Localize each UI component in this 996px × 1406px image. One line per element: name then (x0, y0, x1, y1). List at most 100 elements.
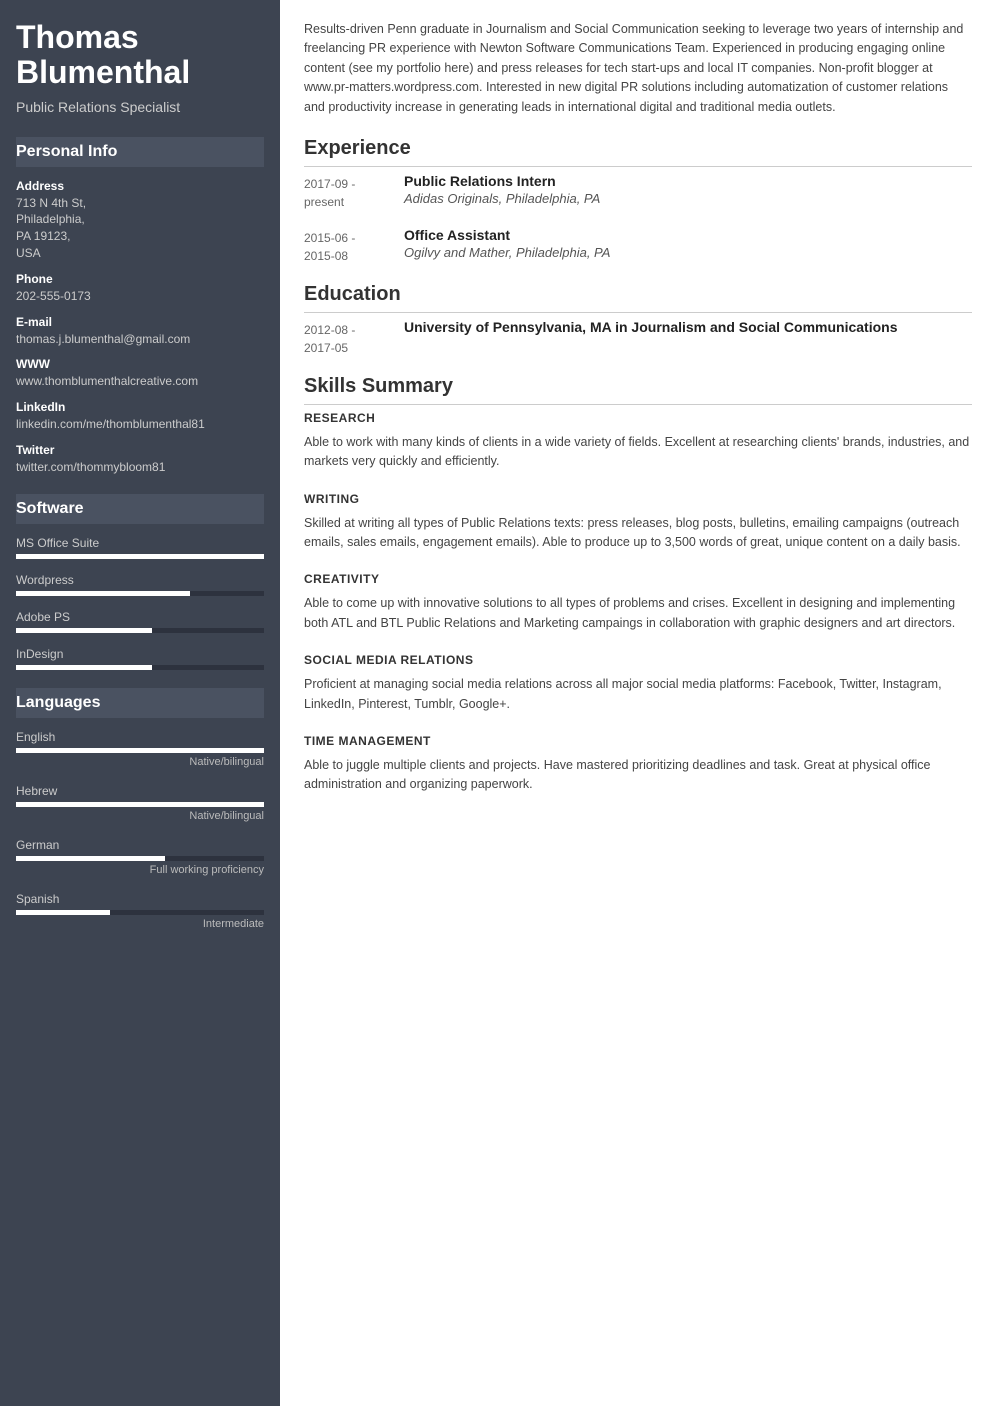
software-bar-fill (16, 665, 152, 670)
main-content: Results-driven Penn graduate in Journali… (280, 0, 996, 1406)
language-item: English Native/bilingual (16, 730, 264, 768)
language-bar-fill (16, 856, 165, 861)
entry-content: Office Assistant Ogilvy and Mather, Phil… (404, 227, 972, 260)
sidebar: Thomas Blumenthal Public Relations Speci… (0, 0, 280, 1406)
education-title: Education (304, 283, 972, 313)
entry-subtitle: Adidas Originals, Philadelphia, PA (404, 191, 972, 206)
languages-list: English Native/bilingual Hebrew Native/b… (16, 730, 264, 930)
skill-category-text: Skilled at writing all types of Public R… (304, 514, 972, 553)
personal-info-heading: Personal Info (16, 137, 264, 167)
language-bar-dark (165, 856, 264, 861)
language-bar-bg (16, 856, 264, 861)
email-value: thomas.j.blumenthal@gmail.com (16, 331, 264, 348)
entry-content: Public Relations Intern Adidas Originals… (404, 173, 972, 206)
address-label: Address (16, 179, 264, 193)
software-heading: Software (16, 494, 264, 524)
language-name: English (16, 730, 264, 744)
software-bar-dark (190, 591, 264, 596)
language-item: Hebrew Native/bilingual (16, 784, 264, 822)
phone-label: Phone (16, 272, 264, 286)
experience-list: 2017-09 -present Public Relations Intern… (304, 173, 972, 265)
experience-entry: 2017-09 -present Public Relations Intern… (304, 173, 972, 211)
software-bar-fill (16, 628, 152, 633)
entry-title: University of Pennsylvania, MA in Journa… (404, 319, 972, 335)
skill-category: WRITING Skilled at writing all types of … (304, 492, 972, 553)
skill-category-title: WRITING (304, 492, 972, 506)
language-name: Hebrew (16, 784, 264, 798)
language-level: Intermediate (16, 918, 264, 930)
software-item: MS Office Suite (16, 536, 264, 559)
skill-category: CREATIVITY Able to come up with innovati… (304, 572, 972, 633)
software-name: MS Office Suite (16, 536, 264, 550)
language-bar-fill (16, 748, 264, 753)
language-item: German Full working proficiency (16, 838, 264, 876)
entry-title: Public Relations Intern (404, 173, 972, 189)
skill-category-text: Proficient at managing social media rela… (304, 675, 972, 714)
experience-entry: 2015-06 -2015-08 Office Assistant Ogilvy… (304, 227, 972, 265)
language-level: Full working proficiency (16, 864, 264, 876)
education-entry: 2012-08 -2017-05 University of Pennsylva… (304, 319, 972, 357)
software-bar-fill (16, 591, 190, 596)
entry-content: University of Pennsylvania, MA in Journa… (404, 319, 972, 335)
software-name: InDesign (16, 647, 264, 661)
education-section: Education 2012-08 -2017-05 University of… (304, 283, 972, 357)
software-item: Adobe PS (16, 610, 264, 633)
language-name: Spanish (16, 892, 264, 906)
entry-title: Office Assistant (404, 227, 972, 243)
experience-title: Experience (304, 137, 972, 167)
www-value: www.thomblumenthalcreative.com (16, 373, 264, 390)
software-bar-bg (16, 591, 264, 596)
linkedin-value: linkedin.com/me/thomblumenthal81 (16, 416, 264, 433)
software-item: InDesign (16, 647, 264, 670)
software-bar-bg (16, 554, 264, 559)
software-bar-fill (16, 554, 264, 559)
language-level: Native/bilingual (16, 756, 264, 768)
phone-value: 202-555-0173 (16, 288, 264, 305)
language-bar-bg (16, 748, 264, 753)
entry-date: 2015-06 -2015-08 (304, 227, 404, 265)
software-list: MS Office Suite Wordpress Adobe PS InDes… (16, 536, 264, 670)
skill-category-title: SOCIAL MEDIA RELATIONS (304, 653, 972, 667)
education-list: 2012-08 -2017-05 University of Pennsylva… (304, 319, 972, 357)
skill-category: RESEARCH Able to work with many kinds of… (304, 411, 972, 472)
skill-category: SOCIAL MEDIA RELATIONS Proficient at man… (304, 653, 972, 714)
languages-heading: Languages (16, 688, 264, 718)
language-bar-fill (16, 910, 110, 915)
summary-text: Results-driven Penn graduate in Journali… (304, 20, 972, 117)
entry-date: 2017-09 -present (304, 173, 404, 211)
language-bar-fill (16, 802, 264, 807)
skill-category: TIME MANAGEMENT Able to juggle multiple … (304, 734, 972, 795)
sidebar-title: Public Relations Specialist (16, 98, 264, 116)
entry-subtitle: Ogilvy and Mather, Philadelphia, PA (404, 245, 972, 260)
twitter-label: Twitter (16, 443, 264, 457)
language-bar-bg (16, 802, 264, 807)
skills-section: Skills Summary RESEARCH Able to work wit… (304, 375, 972, 795)
software-bar-bg (16, 628, 264, 633)
skills-title: Skills Summary (304, 375, 972, 405)
www-label: WWW (16, 357, 264, 371)
language-name: German (16, 838, 264, 852)
skill-category-text: Able to juggle multiple clients and proj… (304, 756, 972, 795)
software-bar-dark (152, 665, 264, 670)
sidebar-name: Thomas Blumenthal (16, 20, 264, 90)
language-bar-dark (110, 910, 264, 915)
skill-category-text: Able to come up with innovative solution… (304, 594, 972, 633)
language-level: Native/bilingual (16, 810, 264, 822)
language-bar-bg (16, 910, 264, 915)
software-item: Wordpress (16, 573, 264, 596)
software-bar-dark (152, 628, 264, 633)
software-name: Wordpress (16, 573, 264, 587)
skill-category-title: CREATIVITY (304, 572, 972, 586)
skills-list: RESEARCH Able to work with many kinds of… (304, 411, 972, 795)
skill-category-title: RESEARCH (304, 411, 972, 425)
skill-category-text: Able to work with many kinds of clients … (304, 433, 972, 472)
software-bar-bg (16, 665, 264, 670)
entry-date: 2012-08 -2017-05 (304, 319, 404, 357)
address-value: 713 N 4th St,Philadelphia,PA 19123,USA (16, 195, 264, 262)
linkedin-label: LinkedIn (16, 400, 264, 414)
skill-category-title: TIME MANAGEMENT (304, 734, 972, 748)
language-item: Spanish Intermediate (16, 892, 264, 930)
software-name: Adobe PS (16, 610, 264, 624)
twitter-value: twitter.com/thommybloom81 (16, 459, 264, 476)
email-label: E-mail (16, 315, 264, 329)
